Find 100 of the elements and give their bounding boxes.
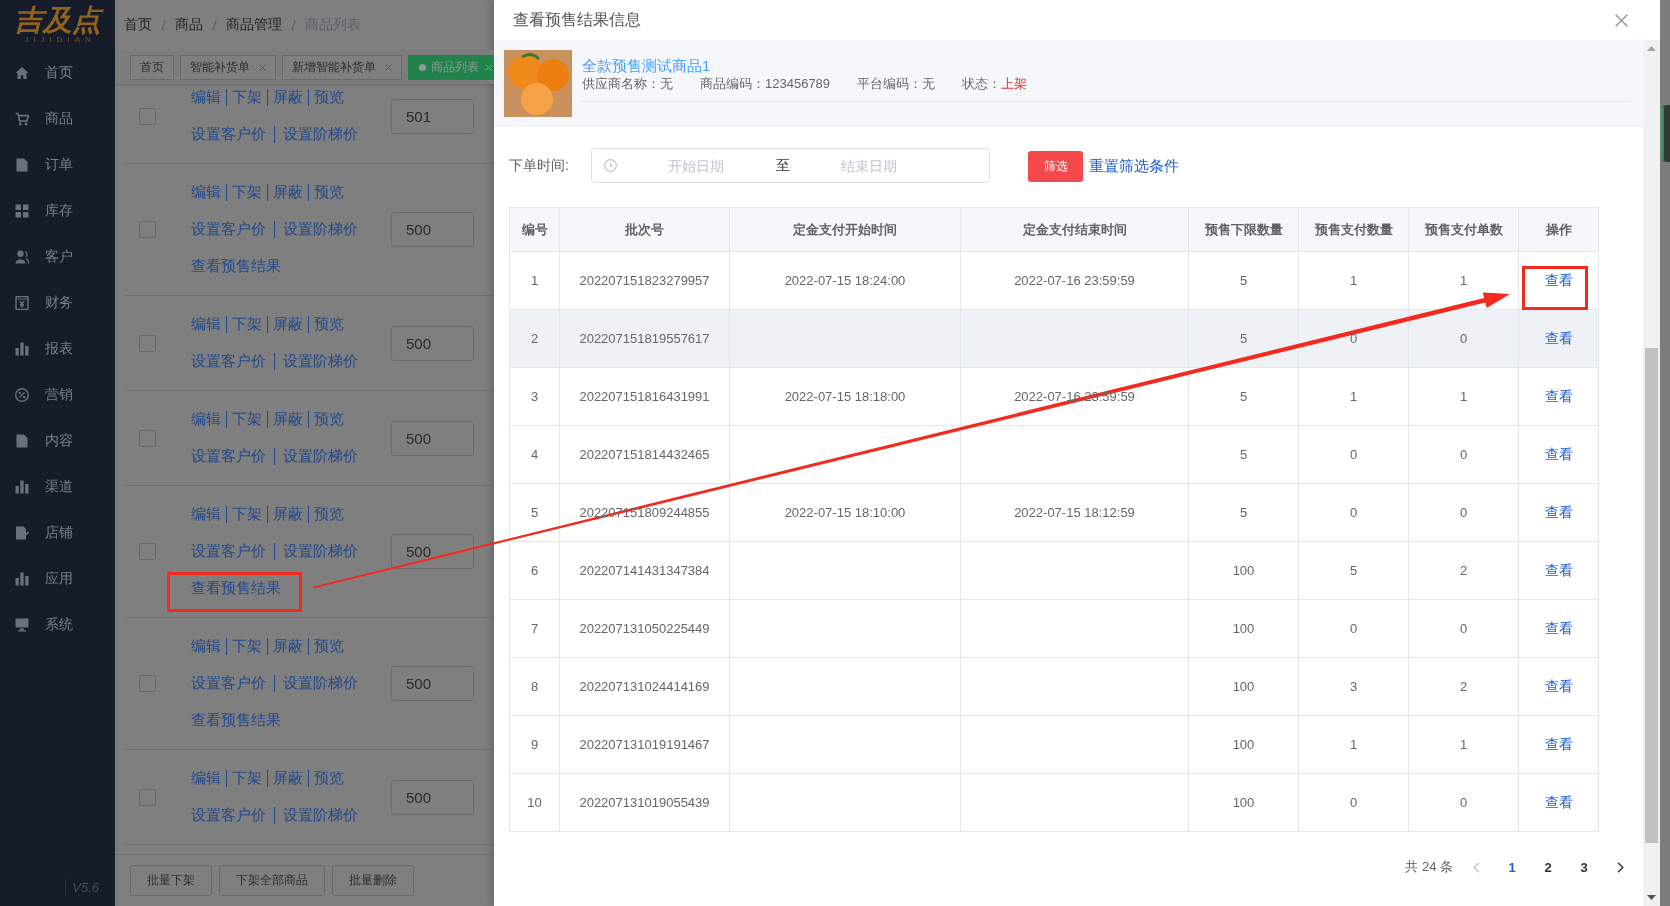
view-link[interactable]: 查看 (1544, 677, 1573, 694)
view-link[interactable]: 查看 (1544, 503, 1573, 520)
action-link[interactable]: 设置客户价 (191, 806, 266, 825)
breadcrumb-item[interactable]: 商品 (175, 16, 203, 34)
action-link[interactable]: 下架 (232, 410, 262, 429)
action-link[interactable]: 编辑 (191, 505, 221, 524)
action-link[interactable]: 屏蔽 (273, 315, 303, 334)
action-link[interactable]: 预览 (314, 769, 344, 788)
action-link[interactable]: 下架 (232, 505, 262, 524)
action-link[interactable]: 屏蔽 (273, 637, 303, 656)
action-link[interactable]: 设置阶梯价 (283, 447, 358, 466)
action-link[interactable]: 编辑 (191, 637, 221, 656)
view-link[interactable]: 查看 (1544, 735, 1573, 752)
close-icon[interactable] (385, 63, 392, 71)
number-field[interactable]: 501 (391, 98, 474, 134)
edge-tab[interactable] (1662, 105, 1670, 162)
tab[interactable]: 商品列表 (408, 54, 494, 80)
action-link[interactable]: 设置客户价 (191, 352, 266, 371)
close-icon[interactable] (1615, 13, 1628, 27)
page-button[interactable]: 3 (1566, 853, 1602, 881)
chevron-right-icon[interactable] (1616, 861, 1624, 873)
scrollbar-thumb[interactable] (1645, 348, 1658, 843)
action-link[interactable]: 屏蔽 (273, 410, 303, 429)
action-link[interactable]: 编辑 (191, 88, 221, 107)
view-link[interactable]: 查看 (1544, 387, 1573, 404)
sidebar-item[interactable]: 财务 (0, 280, 115, 326)
caret-down-icon[interactable] (1647, 895, 1656, 900)
filter-button[interactable]: 筛选 (1028, 151, 1083, 182)
number-field[interactable]: 500 (391, 534, 474, 569)
action-link[interactable]: 设置客户价 (191, 674, 266, 693)
start-date-input[interactable]: 开始日期 (621, 157, 771, 174)
close-icon[interactable] (259, 63, 266, 71)
action-link[interactable]: 下架 (232, 769, 262, 788)
sidebar-item[interactable]: 营销 (0, 372, 115, 418)
sidebar-item[interactable]: 系统 (0, 602, 115, 648)
action-link[interactable]: 设置阶梯价 (283, 352, 358, 371)
action-link[interactable]: 查看预售结果 (191, 257, 281, 276)
action-link[interactable]: 下架 (232, 315, 262, 334)
action-link[interactable]: 预览 (314, 315, 344, 334)
action-link[interactable]: 设置阶梯价 (283, 220, 358, 239)
action-link[interactable]: 屏蔽 (273, 769, 303, 788)
caret-up-icon[interactable] (1647, 46, 1656, 51)
action-link[interactable]: 下架 (232, 637, 262, 656)
end-date-input[interactable]: 结束日期 (799, 157, 939, 174)
view-link[interactable]: 查看 (1544, 445, 1573, 462)
action-link[interactable]: 设置客户价 (191, 125, 266, 144)
breadcrumb-item[interactable]: 商品管理 (226, 16, 282, 34)
sidebar-item[interactable]: 库存 (0, 188, 115, 234)
number-field[interactable]: 500 (391, 666, 474, 701)
page-button[interactable]: 2 (1530, 853, 1566, 881)
action-link[interactable]: 屏蔽 (273, 505, 303, 524)
sidebar-item[interactable]: 报表 (0, 326, 115, 372)
sidebar-item[interactable]: 首页 (0, 50, 115, 96)
action-link[interactable]: 设置阶梯价 (283, 806, 358, 825)
sidebar-item[interactable]: 订单 (0, 142, 115, 188)
action-link[interactable]: 屏蔽 (273, 183, 303, 202)
view-link[interactable]: 查看 (1544, 793, 1573, 810)
action-link[interactable]: 设置阶梯价 (283, 125, 358, 144)
number-field[interactable]: 500 (391, 779, 474, 815)
action-link[interactable]: 预览 (314, 637, 344, 656)
action-link[interactable]: 编辑 (191, 410, 221, 429)
action-link[interactable]: 设置阶梯价 (283, 542, 358, 561)
page-button[interactable]: 1 (1494, 853, 1530, 881)
action-link[interactable]: 编辑 (191, 769, 221, 788)
sidebar-item[interactable]: 渠道 (0, 464, 115, 510)
action-link[interactable]: 预览 (314, 410, 344, 429)
sidebar-item[interactable]: 内容 (0, 418, 115, 464)
breadcrumb-item[interactable]: 首页 (124, 16, 152, 34)
action-link[interactable]: 设置客户价 (191, 447, 266, 466)
action-button[interactable]: 批量删除 (332, 865, 414, 896)
sidebar-item[interactable]: 商品 (0, 96, 115, 142)
number-field[interactable]: 500 (391, 212, 474, 247)
date-range-picker[interactable]: 开始日期 至 结束日期 (591, 148, 990, 183)
sidebar-item[interactable]: 应用 (0, 556, 115, 602)
tab[interactable]: 智能补货单 (180, 54, 276, 80)
action-link[interactable]: 编辑 (191, 183, 221, 202)
reset-link[interactable]: 重置筛选条件 (1089, 148, 1179, 183)
action-link[interactable]: 设置客户价 (191, 220, 266, 239)
action-button[interactable]: 下架全部商品 (219, 865, 325, 896)
action-link[interactable]: 查看预售结果 (191, 711, 281, 730)
action-link[interactable]: 下架 (232, 183, 262, 202)
action-link[interactable]: 设置阶梯价 (283, 674, 358, 693)
number-field[interactable]: 500 (391, 325, 474, 361)
sidebar-item[interactable]: 店铺 (0, 510, 115, 556)
action-link[interactable]: 预览 (314, 183, 344, 202)
action-link[interactable]: 预览 (314, 88, 344, 107)
action-link[interactable]: 预览 (314, 505, 344, 524)
action-link[interactable]: 下架 (232, 88, 262, 107)
product-name-link[interactable]: 全款预售测试商品1 (582, 57, 711, 75)
action-button[interactable]: 批量下架 (130, 865, 212, 896)
sidebar-item[interactable]: 客户 (0, 234, 115, 280)
tab[interactable]: 首页 (130, 54, 174, 80)
action-link[interactable]: 屏蔽 (273, 88, 303, 107)
close-icon[interactable] (485, 63, 492, 71)
action-link[interactable]: 查看预售结果 (191, 579, 281, 598)
view-link[interactable]: 查看 (1544, 619, 1573, 636)
number-field[interactable]: 500 (391, 420, 474, 456)
action-link[interactable]: 设置客户价 (191, 542, 266, 561)
view-link[interactable]: 查看 (1544, 329, 1573, 346)
view-link[interactable]: 查看 (1544, 271, 1573, 288)
